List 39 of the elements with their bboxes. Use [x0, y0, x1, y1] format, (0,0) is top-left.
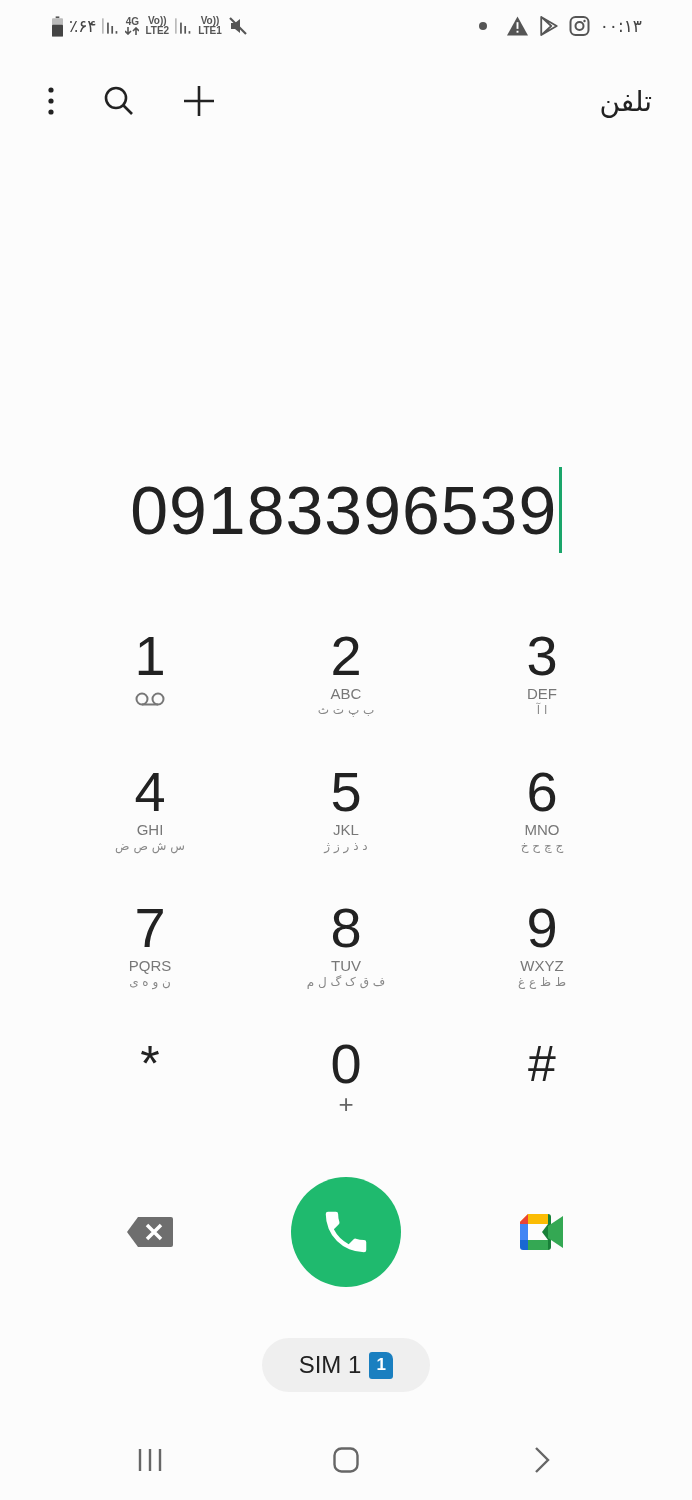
backspace-icon [126, 1216, 174, 1248]
recents-icon [137, 1447, 163, 1473]
voicemail-icon [135, 692, 165, 706]
search-button[interactable] [104, 86, 134, 116]
volte-label: Vo)) [147, 16, 167, 26]
dialed-number[interactable]: 09183396539 [130, 471, 558, 549]
clock: ۰۰:۱۳ [599, 16, 642, 36]
home-button[interactable] [333, 1447, 359, 1473]
dial-key[interactable]: 1 [52, 610, 248, 746]
search-icon [104, 86, 134, 116]
plus-icon [184, 86, 214, 116]
data-arrows-icon [125, 27, 140, 35]
dial-key[interactable]: # [444, 1018, 640, 1154]
screen-title: تلفن [599, 84, 652, 118]
backspace-button[interactable] [126, 1216, 174, 1248]
battery-percentage: ٪۶۴ [69, 16, 97, 36]
dot-icon [478, 22, 487, 30]
instagram-icon [568, 16, 590, 36]
signal-icon [102, 17, 120, 35]
battery-icon [52, 15, 63, 37]
signal-icon [175, 17, 193, 35]
dial-key[interactable]: 0 + [248, 1018, 444, 1154]
network-type: 4G [125, 17, 140, 27]
mute-icon [227, 16, 248, 36]
video-camera-icon [520, 1214, 564, 1250]
add-button[interactable] [184, 86, 214, 116]
lte-label: LTE1 [198, 26, 222, 36]
video-call-button[interactable] [520, 1214, 564, 1250]
sim-select-button[interactable]: SIM 1 1 [262, 1338, 430, 1392]
volte-label: Vo)) [200, 16, 220, 26]
dial-key[interactable]: * [52, 1018, 248, 1154]
lte-label: LTE2 [145, 26, 170, 36]
warning-icon [506, 16, 528, 36]
home-icon [333, 1447, 359, 1473]
more-options-icon [48, 87, 54, 115]
recents-button[interactable] [137, 1447, 163, 1473]
play-store-icon [537, 16, 559, 36]
more-options-button[interactable] [48, 87, 54, 115]
sim-badge: 1 [369, 1351, 394, 1379]
